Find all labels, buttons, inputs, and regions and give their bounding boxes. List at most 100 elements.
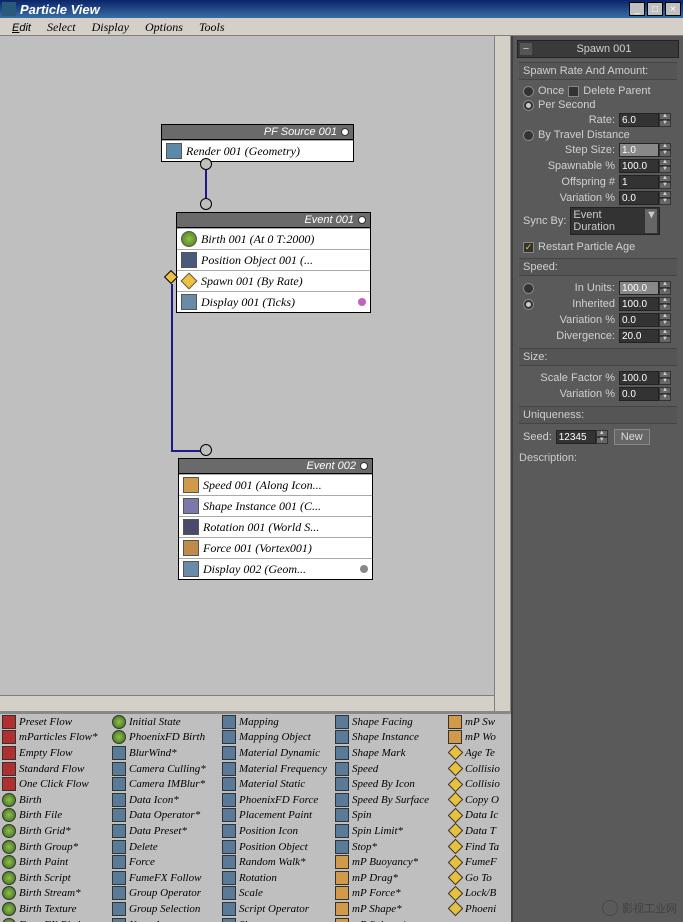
depot-item[interactable]: Collisio — [446, 761, 506, 777]
depot-item[interactable]: One Click Flow — [0, 776, 110, 792]
depot-item[interactable]: Initial State — [110, 714, 220, 730]
operator-label[interactable]: Render 001 (Geometry) — [186, 144, 300, 159]
depot-item[interactable]: Birth Texture — [0, 901, 110, 917]
depot-item[interactable]: FumeFX Birth — [0, 917, 110, 922]
operator-label[interactable]: Rotation 001 (World S... — [203, 520, 319, 535]
vertical-scrollbar[interactable] — [494, 36, 510, 711]
seed-spinner[interactable]: ▲▼ — [556, 430, 610, 444]
check-restart-age[interactable]: ✓ — [523, 242, 534, 253]
depot-item[interactable]: Mapping — [220, 714, 333, 730]
depot-item[interactable]: Position Icon — [220, 823, 333, 839]
scale-factor-spinner[interactable]: ▲▼ — [619, 371, 673, 385]
bulb-icon[interactable] — [341, 128, 349, 136]
speed-var-spinner[interactable]: ▲▼ — [619, 313, 673, 327]
depot-item[interactable]: Mapping Object — [220, 730, 333, 746]
depot-item[interactable]: mP Shape* — [333, 901, 446, 917]
operator-label[interactable]: Spawn 001 (By Rate) — [201, 274, 303, 289]
depot-item[interactable]: Scale — [220, 886, 333, 902]
depot-palette[interactable]: Preset FlowmParticles Flow*Empty FlowSta… — [0, 712, 511, 922]
in-units-spinner[interactable]: ▲▼ — [619, 281, 673, 295]
depot-item[interactable]: Rotation — [220, 870, 333, 886]
depot-item[interactable]: Go To — [446, 870, 506, 886]
depot-item[interactable]: Birth Stream* — [0, 886, 110, 902]
depot-item[interactable]: Empty Flow — [0, 745, 110, 761]
depot-item[interactable]: mP Buoyancy* — [333, 854, 446, 870]
depot-item[interactable]: Delete — [110, 839, 220, 855]
menu-options[interactable]: Options — [137, 18, 191, 35]
depot-item[interactable]: Material Frequency — [220, 761, 333, 777]
operator-label[interactable]: Force 001 (Vortex001) — [203, 541, 312, 556]
node-event-002[interactable]: Event 002 Speed 001 (Along Icon... Shape… — [178, 458, 373, 580]
depot-item[interactable]: Spin — [333, 808, 446, 824]
depot-item[interactable]: Birth Group* — [0, 839, 110, 855]
bulb-icon[interactable] — [358, 216, 366, 224]
operator-label[interactable]: Display 001 (Ticks) — [201, 295, 295, 310]
operator-label[interactable]: Speed 001 (Along Icon... — [203, 478, 322, 493]
menu-tools[interactable]: Tools — [191, 18, 233, 35]
operator-label[interactable]: Display 002 (Geom... — [203, 562, 306, 577]
output-connector[interactable] — [200, 158, 212, 170]
spawnable-spinner[interactable]: ▲▼ — [619, 159, 673, 173]
step-spinner[interactable]: ▲▼ — [619, 143, 673, 157]
depot-item[interactable]: Camera Culling* — [110, 761, 220, 777]
depot-item[interactable]: Data Operator* — [110, 808, 220, 824]
depot-item[interactable]: Speed By Icon — [333, 776, 446, 792]
depot-item[interactable]: Data Ic — [446, 808, 506, 824]
node-event-001[interactable]: Event 001 Birth 001 (At 0 T:2000) Positi… — [176, 212, 371, 313]
depot-item[interactable]: Copy O — [446, 792, 506, 808]
divergence-spinner[interactable]: ▲▼ — [619, 329, 673, 343]
depot-item[interactable]: Data T — [446, 823, 506, 839]
close-button[interactable]: × — [665, 2, 681, 16]
operator-label[interactable]: Position Object 001 (... — [201, 253, 313, 268]
depot-item[interactable]: Data Icon* — [110, 792, 220, 808]
depot-item[interactable]: mP Sw — [446, 714, 506, 730]
bulb-icon[interactable] — [360, 462, 368, 470]
offspring-spinner[interactable]: ▲▼ — [619, 175, 673, 189]
depot-item[interactable]: Material Static — [220, 776, 333, 792]
depot-item[interactable]: mParticles Flow* — [0, 730, 110, 746]
depot-item[interactable]: FumeFX Follow — [110, 870, 220, 886]
depot-item[interactable]: Random Walk* — [220, 854, 333, 870]
depot-item[interactable]: Find Ta — [446, 839, 506, 855]
menu-select[interactable]: Select — [39, 18, 84, 35]
menu-display[interactable]: Display — [84, 18, 137, 35]
depot-item[interactable]: Speed — [333, 761, 446, 777]
depot-item[interactable]: Birth Paint — [0, 854, 110, 870]
depot-item[interactable]: Age Te — [446, 745, 506, 761]
depot-item[interactable]: Position Object — [220, 839, 333, 855]
operator-label[interactable]: Birth 001 (At 0 T:2000) — [201, 232, 314, 247]
depot-item[interactable]: PhoenixFD Force — [220, 792, 333, 808]
depot-item[interactable]: Camera IMBlur* — [110, 776, 220, 792]
depot-item[interactable]: Script Operator — [220, 901, 333, 917]
depot-item[interactable]: Birth File — [0, 808, 110, 824]
depot-item[interactable]: Spin Limit* — [333, 823, 446, 839]
radio-in-units[interactable] — [523, 283, 534, 294]
depot-item[interactable]: Shape Instance — [333, 730, 446, 746]
input-connector[interactable] — [200, 444, 212, 456]
depot-item[interactable]: Birth — [0, 792, 110, 808]
depot-item[interactable]: mP Drag* — [333, 870, 446, 886]
panel-title[interactable]: −Spawn 001 — [517, 40, 679, 58]
depot-item[interactable]: Group Selection — [110, 901, 220, 917]
depot-item[interactable]: mP Force* — [333, 886, 446, 902]
depot-item[interactable]: Shape Facing — [333, 714, 446, 730]
radio-once[interactable] — [523, 86, 534, 97]
input-connector[interactable] — [200, 198, 212, 210]
radio-inherited[interactable] — [523, 299, 534, 310]
depot-item[interactable]: mP Wo — [446, 730, 506, 746]
sync-dropdown[interactable]: Event Duration▼ — [570, 207, 660, 235]
depot-item[interactable]: mP Solvent* — [333, 917, 446, 922]
inherited-spinner[interactable]: ▲▼ — [619, 297, 673, 311]
node-pf-source[interactable]: PF Source 001 Render 001 (Geometry) — [161, 124, 354, 162]
depot-item[interactable]: Placement Paint — [220, 808, 333, 824]
variation-spinner[interactable]: ▲▼ — [619, 191, 673, 205]
minimize-button[interactable]: _ — [629, 2, 645, 16]
depot-item[interactable]: Phoeni — [446, 901, 506, 917]
new-button[interactable]: New — [614, 429, 650, 445]
depot-item[interactable]: Birth Script — [0, 870, 110, 886]
rate-spinner[interactable]: ▲▼ — [619, 113, 673, 127]
depot-item[interactable]: Lock/B — [446, 886, 506, 902]
depot-item[interactable]: FumeF — [446, 854, 506, 870]
depot-item[interactable]: Speed By Surface — [333, 792, 446, 808]
depot-item[interactable]: Group Operator — [110, 886, 220, 902]
